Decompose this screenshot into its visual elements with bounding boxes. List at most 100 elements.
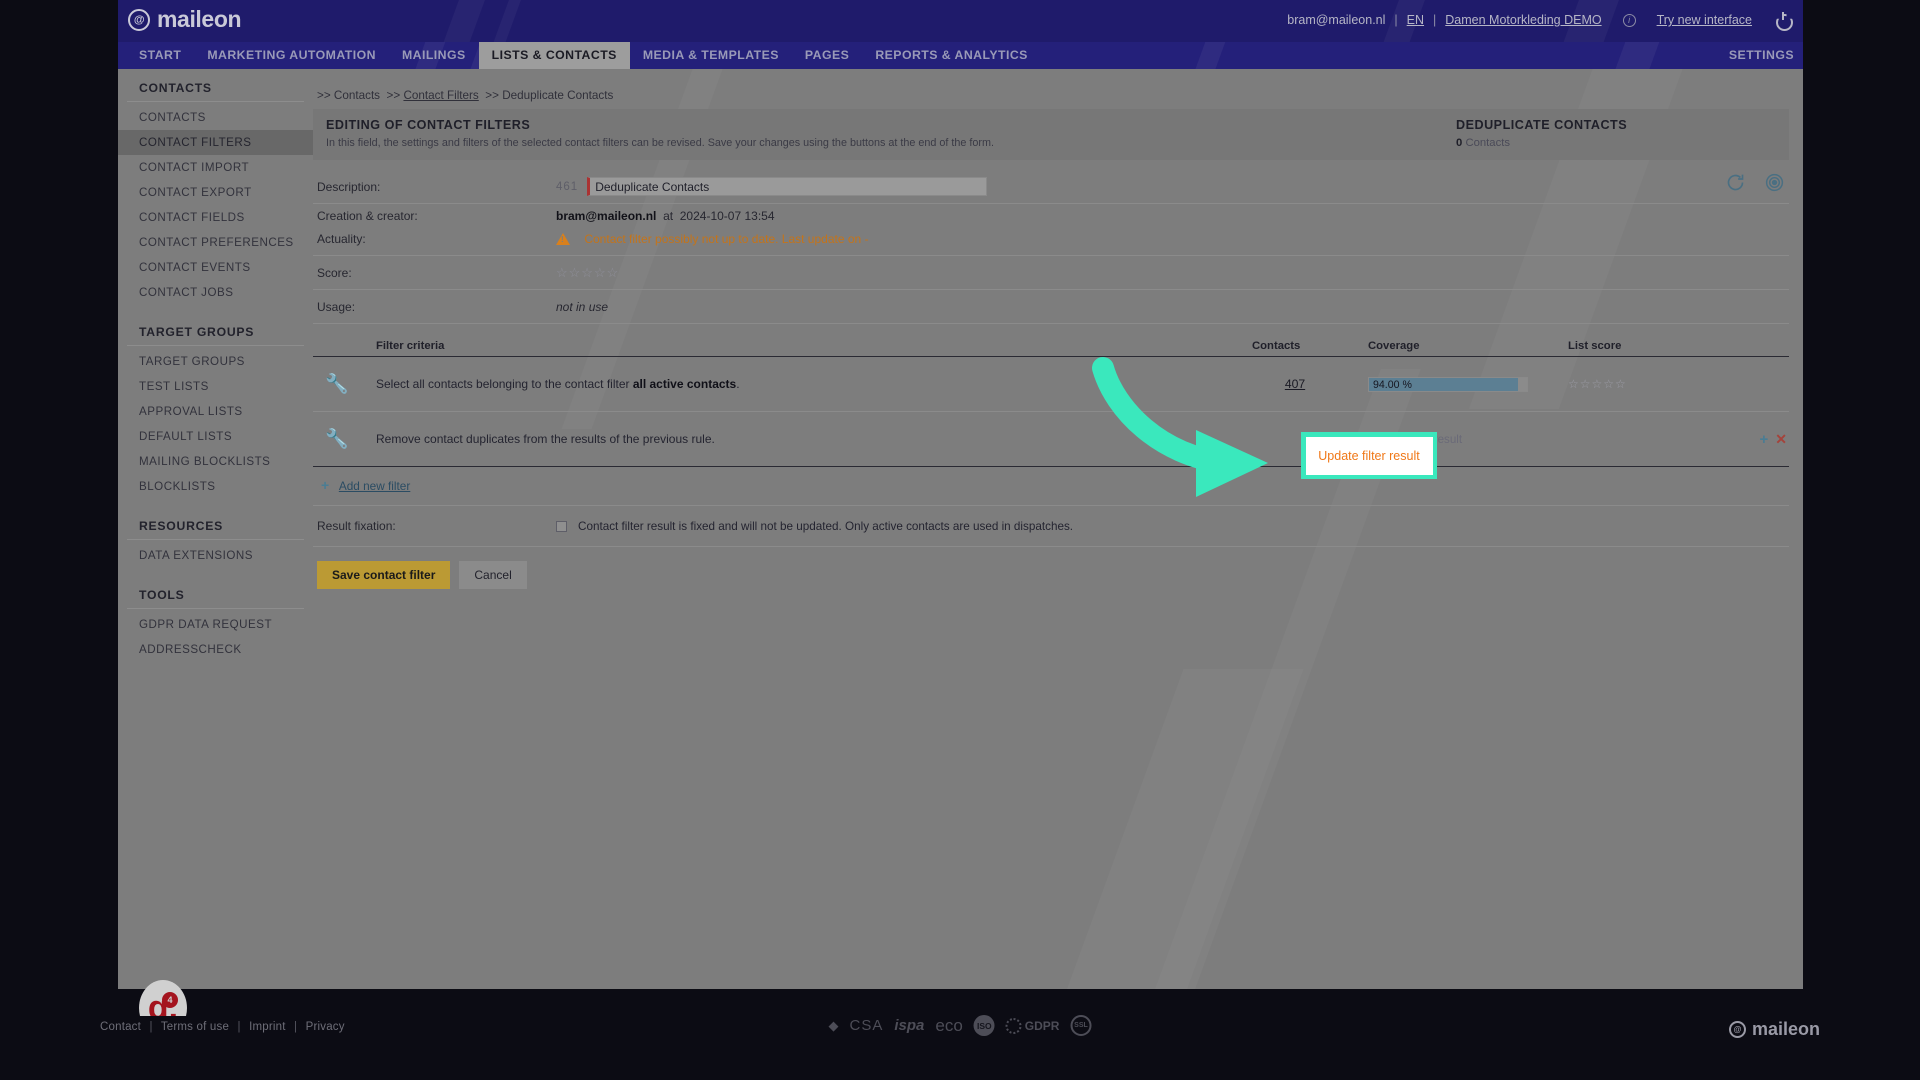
add-new-filter-link[interactable]: Add new filter xyxy=(339,479,410,493)
refresh-icon[interactable] xyxy=(1725,172,1746,193)
maileon-logo-text: maileon xyxy=(157,6,242,32)
column-header-coverage: Coverage xyxy=(1368,340,1420,352)
wrench-icon[interactable]: 🔧 xyxy=(313,374,349,395)
nav-item-reports-and-analytics[interactable]: REPORTS & ANALYTICS xyxy=(862,42,1041,69)
nav-item-media-and-templates[interactable]: MEDIA & TEMPLATES xyxy=(630,42,792,69)
sidebar-group-title: TARGET GROUPS xyxy=(127,321,304,346)
nav-item-mailings[interactable]: MAILINGS xyxy=(389,42,479,69)
description-label: Description: xyxy=(317,179,381,194)
sidebar-group-title: CONTACTS xyxy=(127,77,304,102)
row-list-score-stars-icon[interactable]: ☆☆☆☆☆ xyxy=(1568,377,1627,391)
nav-item-marketing-automation[interactable]: MARKETING AUTOMATION xyxy=(194,42,389,69)
footer-link-privacy[interactable]: Privacy xyxy=(306,1021,345,1033)
contact-filter-form: Description: 461 Creation & creator: bra… xyxy=(313,160,1789,589)
sidebar-item-gdpr-data-request[interactable]: GDPR DATA REQUEST xyxy=(118,612,313,637)
annotation-highlight-label[interactable]: Update filter result xyxy=(1305,436,1433,475)
sidebar-item-contact-events[interactable]: CONTACT EVENTS xyxy=(118,255,313,280)
result-fixation-checkbox[interactable] xyxy=(556,520,567,532)
nav-item-start[interactable]: START xyxy=(126,42,194,69)
score-row: Score: ☆☆☆☆☆ xyxy=(313,256,1789,290)
eco-badge: eco xyxy=(935,1015,963,1035)
table-row: 🔧 Remove contact duplicates from the res… xyxy=(313,412,1789,467)
coverage-value: 94.00 % xyxy=(1373,378,1412,391)
power-icon[interactable] xyxy=(1775,12,1791,28)
remove-icon[interactable]: ✕ xyxy=(1775,431,1787,448)
sidebar-item-default-lists[interactable]: DEFAULT LISTS xyxy=(118,424,313,449)
top-right-controls: bram@maileon.nl | EN | Damen Motorkledin… xyxy=(1287,12,1791,28)
creation-at-label: at xyxy=(663,209,674,223)
form-action-icons xyxy=(1725,172,1785,193)
plus-icon[interactable]: + xyxy=(1760,431,1769,448)
language-link[interactable]: EN xyxy=(1407,13,1424,27)
breadcrumb-item-contact-filters[interactable]: Contact Filters xyxy=(403,89,478,102)
g4-badge: g. 4 xyxy=(139,980,187,1016)
description-row: Description: 461 xyxy=(313,170,1789,204)
usage-value: not in use xyxy=(556,299,609,314)
info-icon[interactable]: i xyxy=(1622,13,1636,27)
maileon-mark-icon: @ xyxy=(128,8,150,31)
sidebar-item-data-extensions[interactable]: DATA EXTENSIONS xyxy=(118,543,313,568)
score-stars-icon[interactable]: ☆☆☆☆☆ xyxy=(556,265,619,281)
filter-contact-count: 0 Contacts xyxy=(1456,137,1776,149)
separator: | xyxy=(294,1021,298,1033)
diamond-icon: ◆ xyxy=(828,1017,839,1033)
filter-rule-target: all active contacts xyxy=(632,377,737,391)
sidebar-item-test-lists[interactable]: TEST LISTS xyxy=(118,374,313,399)
breadcrumb-prefix: >> xyxy=(386,89,401,102)
separator: | xyxy=(1433,13,1437,27)
sidebar-group-contacts: CONTACTS CONTACTS CONTACT FILTERS CONTAC… xyxy=(118,77,313,305)
sidebar-item-addresscheck[interactable]: ADDRESSCHECK xyxy=(118,637,313,662)
cancel-button[interactable]: Cancel xyxy=(459,561,527,589)
nav-item-list: START MARKETING AUTOMATION MAILINGS LIST… xyxy=(126,42,1041,69)
user-email: bram@maileon.nl xyxy=(1287,13,1386,27)
nav-item-settings[interactable]: SETTINGS xyxy=(1729,42,1794,69)
description-input[interactable] xyxy=(587,177,988,196)
breadcrumb-prefix: >> xyxy=(317,89,331,102)
try-new-interface-link[interactable]: Try new interface xyxy=(1657,13,1752,27)
footer-link-contact[interactable]: Contact xyxy=(100,1021,141,1033)
nav-item-pages[interactable]: PAGES xyxy=(792,42,862,69)
save-contact-filter-button[interactable]: Save contact filter xyxy=(317,561,451,589)
footer-link-imprint[interactable]: Imprint xyxy=(249,1021,286,1033)
description-charcount: 461 xyxy=(556,180,579,193)
footer-link-terms-of-use[interactable]: Terms of use xyxy=(161,1021,229,1033)
row-contacts-count[interactable]: 407 xyxy=(1252,377,1368,391)
sidebar-item-contacts[interactable]: CONTACTS xyxy=(118,105,313,130)
panel-header: EDITING OF CONTACT FILTERS In this field… xyxy=(313,109,1789,160)
contact-count-label: Contacts xyxy=(1465,137,1511,149)
gdpr-ring-icon xyxy=(1005,1017,1022,1034)
sidebar-item-contact-jobs[interactable]: CONTACT JOBS xyxy=(118,280,313,305)
sidebar-group-title: TOOLS xyxy=(127,584,304,609)
sidebar-group-title: RESOURCES xyxy=(127,515,304,540)
page-subtitle: In this field, the settings and filters … xyxy=(326,137,994,149)
wrench-icon[interactable]: 🔧 xyxy=(313,429,349,450)
target-icon[interactable] xyxy=(1764,172,1785,193)
footer-certification-badges: ◆ CSA ispa eco ISO GDPR SSL xyxy=(829,1015,1092,1036)
sidebar-item-mailing-blocklists[interactable]: MAILING BLOCKLISTS xyxy=(118,449,313,474)
separator: | xyxy=(237,1021,241,1033)
footer-brand: @ maileon xyxy=(1728,1019,1820,1040)
form-buttons: Save contact filter Cancel xyxy=(313,547,1789,589)
actuality-label: Actuality: xyxy=(317,231,366,246)
column-header-filter-criteria: Filter criteria xyxy=(376,340,445,352)
breadcrumb-item-contacts[interactable]: Contacts xyxy=(334,89,380,102)
sidebar-item-contact-import[interactable]: CONTACT IMPORT xyxy=(118,155,313,180)
nav-item-lists-and-contacts[interactable]: LISTS & CONTACTS xyxy=(478,42,630,69)
ssl-badge: SSL xyxy=(1070,1015,1092,1036)
coverage-bar: 94.00 % xyxy=(1368,376,1528,392)
sidebar-item-contact-fields[interactable]: CONTACT FIELDS xyxy=(118,205,313,230)
maileon-logo[interactable]: @ maileon xyxy=(128,6,242,33)
sidebar-item-blocklists[interactable]: BLOCKLISTS xyxy=(118,474,313,499)
separator: | xyxy=(1394,13,1398,27)
sidebar-item-approval-lists[interactable]: APPROVAL LISTS xyxy=(118,399,313,424)
iso-badge: ISO xyxy=(973,1015,995,1036)
sidebar-group-resources: RESOURCES DATA EXTENSIONS xyxy=(118,515,313,568)
sidebar-item-contact-export[interactable]: CONTACT EXPORT xyxy=(118,180,313,205)
sidebar-item-contact-preferences[interactable]: CONTACT PREFERENCES xyxy=(118,230,313,255)
column-header-list-score: List score xyxy=(1568,340,1622,352)
sidebar-item-contact-filters[interactable]: CONTACT FILTERS xyxy=(118,130,313,155)
account-link[interactable]: Damen Motorkleding DEMO xyxy=(1445,13,1601,27)
sidebar-item-target-groups[interactable]: TARGET GROUPS xyxy=(118,349,313,374)
filter-rule-text: Remove contact duplicates from the resul… xyxy=(376,432,715,446)
sidebar-group-target-groups: TARGET GROUPS TARGET GROUPS TEST LISTS A… xyxy=(118,321,313,499)
